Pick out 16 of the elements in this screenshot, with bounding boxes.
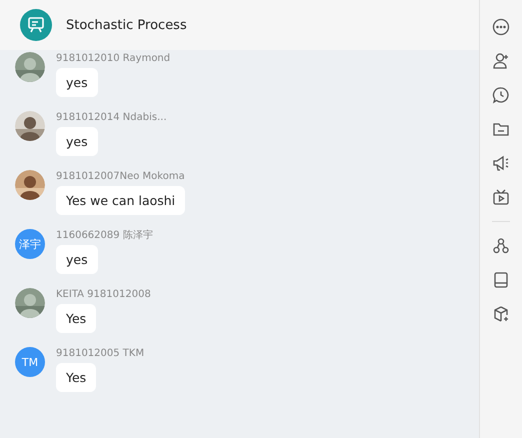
message-bubble: Yes <box>56 304 96 333</box>
sender-name: 9181012005 TKM <box>56 347 144 360</box>
sender-name: 9181012014 Ndabis... <box>56 111 167 124</box>
message-bubble: Yes <box>56 363 96 392</box>
user-avatar: 泽宇 <box>15 229 45 259</box>
message-bubble: Yes we can laoshi <box>56 186 186 215</box>
chat-title: Stochastic Process <box>66 18 187 32</box>
sender-name: KEITA 9181012008 <box>56 288 151 301</box>
message-bubble: yes <box>56 127 98 156</box>
user-avatar: TM <box>15 347 45 377</box>
sender-name: 9181012007Neo Mokoma <box>56 170 185 183</box>
sender-name: 1160662089 陈泽宇 <box>56 229 153 242</box>
sender-name: 9181012010 Raymond <box>56 52 170 65</box>
presentation-board-icon <box>27 16 45 34</box>
message-bubble: yes <box>56 245 98 274</box>
message-bubble: yes <box>56 68 98 97</box>
